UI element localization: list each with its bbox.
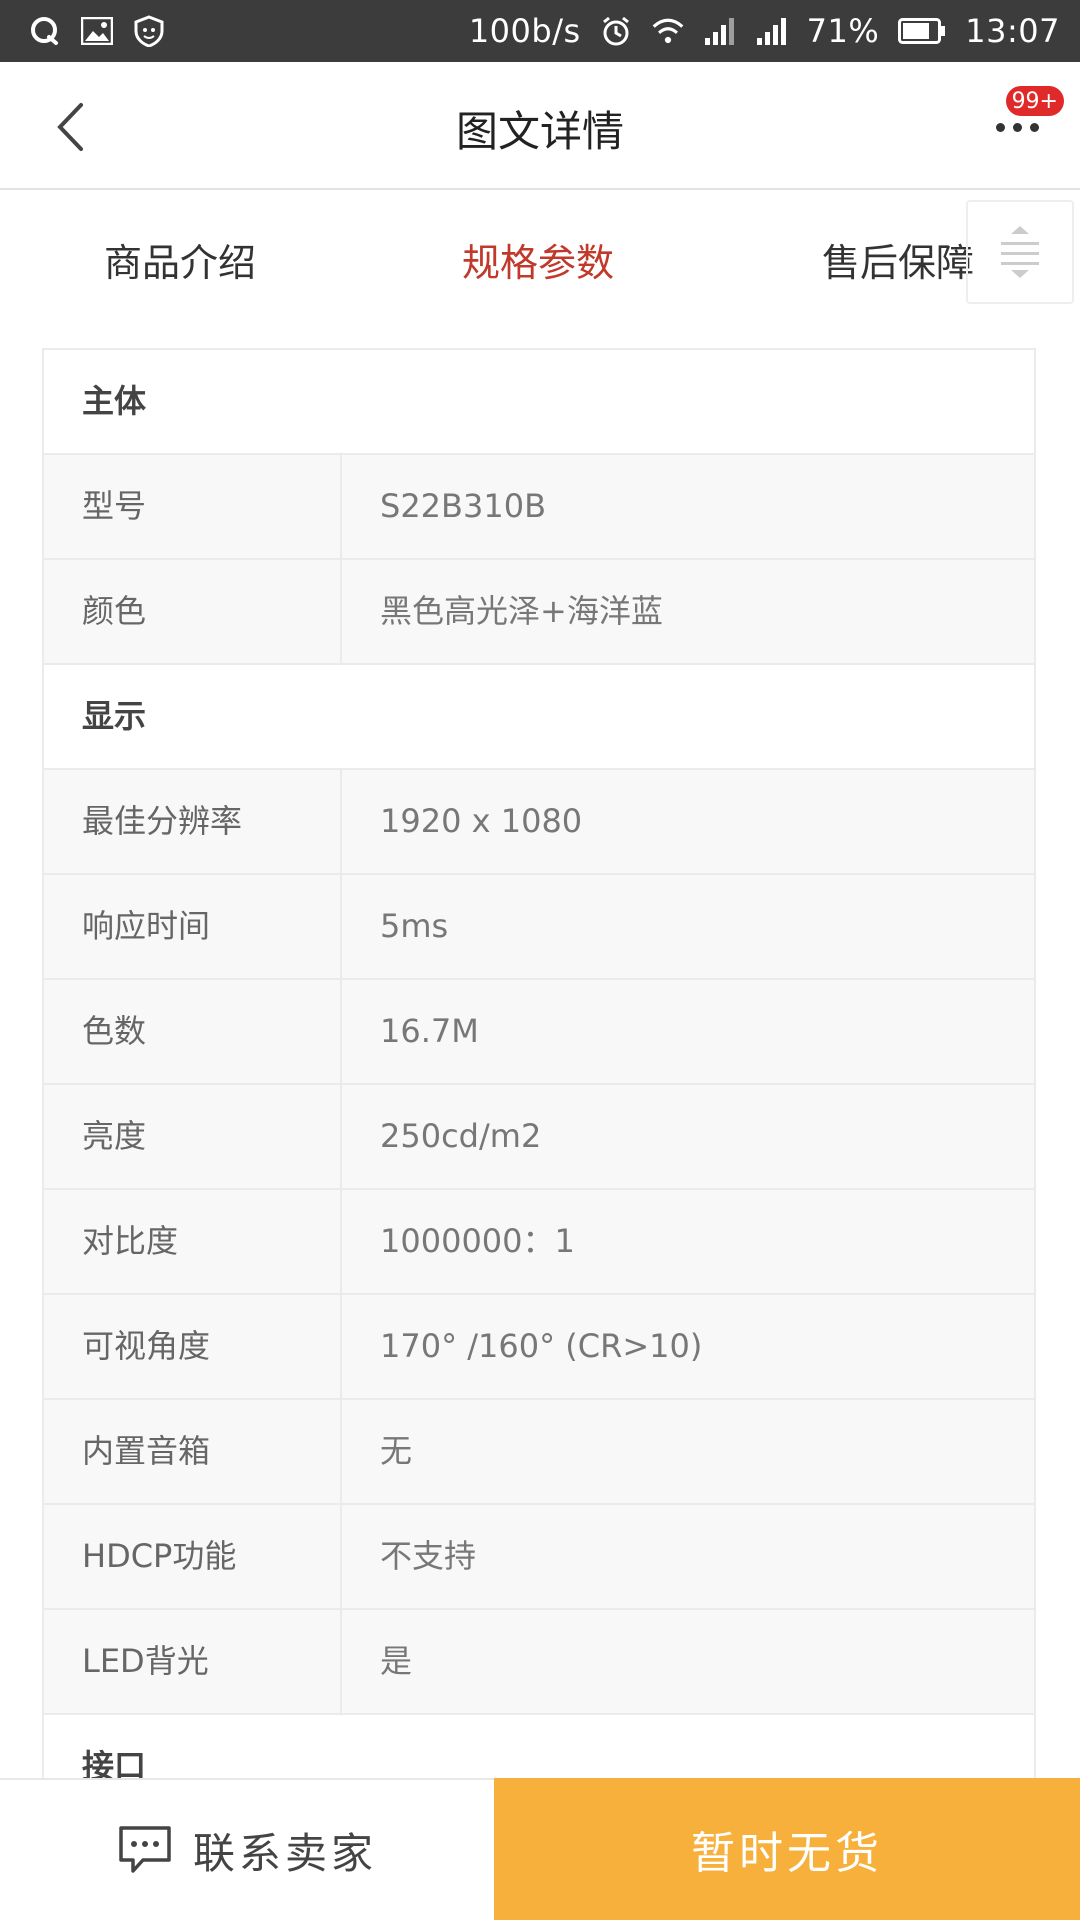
- spec-value: 黑色高光泽+海洋蓝: [380, 592, 663, 630]
- scroll-top-icon: [1001, 226, 1039, 278]
- tab-after-sales[interactable]: 售后保障: [822, 232, 974, 287]
- image-icon: [80, 14, 114, 48]
- tab-bar: 商品介绍 规格参数 售后保障: [0, 190, 1080, 318]
- spec-row: 内置音箱 无: [44, 1400, 1034, 1505]
- contact-seller-label: 联系卖家: [192, 1828, 377, 1878]
- scroll-top-button[interactable]: [966, 200, 1074, 304]
- contact-seller-button[interactable]: 联系卖家: [0, 1778, 494, 1920]
- spec-key: 型号: [44, 455, 342, 558]
- spec-table: 主体 型号 S22B310B 颜色 黑色高光泽+海洋蓝 显示 最佳分辨率 192…: [42, 348, 1036, 1778]
- spec-value: 1920 x 1080: [380, 802, 583, 840]
- spec-key: 颜色: [44, 560, 342, 663]
- net-speed: 100b/s: [468, 12, 581, 50]
- spec-row: HDCP功能 不支持: [44, 1505, 1034, 1610]
- tab-specs[interactable]: 规格参数: [462, 232, 614, 287]
- spec-key: 最佳分辨率: [44, 770, 342, 873]
- page-header: 图文详情 99+: [0, 62, 1080, 190]
- group-title: 接口: [82, 1747, 147, 1778]
- spec-key: HDCP功能: [44, 1505, 342, 1608]
- spec-value: 170° /160° (CR>10): [380, 1327, 703, 1365]
- spec-value: 1000000：1: [380, 1222, 575, 1260]
- page-title: 图文详情: [455, 107, 624, 156]
- content-area[interactable]: 主体 型号 S22B310B 颜色 黑色高光泽+海洋蓝 显示 最佳分辨率 192…: [0, 318, 1080, 1778]
- spec-value: 5ms: [380, 907, 449, 945]
- chat-icon: [119, 1826, 171, 1873]
- alarm-icon: [599, 14, 633, 48]
- tab-product-intro[interactable]: 商品介绍: [104, 232, 256, 287]
- battery-percent: 71%: [806, 12, 880, 50]
- spec-key: 内置音箱: [44, 1400, 342, 1503]
- spec-key: 色数: [44, 980, 342, 1083]
- group-title: 显示: [82, 697, 147, 735]
- spec-key: 对比度: [44, 1190, 342, 1293]
- spec-row: 对比度 1000000：1: [44, 1190, 1034, 1295]
- spec-value: 不支持: [380, 1537, 477, 1575]
- spec-row: 型号 S22B310B: [44, 455, 1034, 560]
- more-icon: [995, 122, 1039, 132]
- spec-row: 亮度 250cd/m2: [44, 1085, 1034, 1190]
- spec-row: LED背光 是: [44, 1610, 1034, 1715]
- spec-row: 响应时间 5ms: [44, 875, 1034, 980]
- status-right-icons: 100b/s 71% 13:07: [469, 12, 1060, 50]
- spec-group-header: 显示: [44, 665, 1034, 770]
- spec-row: 颜色 黑色高光泽+海洋蓝: [44, 560, 1034, 665]
- status-left-icons: [28, 14, 166, 48]
- spec-row: 色数 16.7M: [44, 980, 1034, 1085]
- notification-badge: 99+: [1005, 86, 1064, 116]
- spec-value: S22B310B: [380, 487, 547, 525]
- shield-icon: [132, 14, 166, 48]
- qq-icon: [28, 14, 62, 48]
- battery-icon: [897, 14, 947, 48]
- spec-value: 16.7M: [380, 1012, 479, 1050]
- spec-key: 可视角度: [44, 1295, 342, 1398]
- clock: 13:07: [965, 12, 1060, 50]
- group-title: 主体: [82, 382, 147, 420]
- signal-icon-1: [703, 14, 737, 48]
- spec-row: 可视角度 170° /160° (CR>10): [44, 1295, 1034, 1400]
- wifi-icon: [651, 14, 685, 48]
- spec-value: 250cd/m2: [380, 1117, 542, 1155]
- spec-row: 最佳分辨率 1920 x 1080: [44, 770, 1034, 875]
- spec-value: 无: [380, 1432, 413, 1470]
- status-bar: 100b/s 71% 13:07: [0, 0, 1080, 62]
- spec-value: 是: [380, 1642, 413, 1680]
- spec-group-header: 接口: [44, 1715, 1034, 1778]
- out-of-stock-label: 暂时无货: [691, 1828, 883, 1879]
- spec-key: 响应时间: [44, 875, 342, 978]
- spec-group-header: 主体: [44, 350, 1034, 455]
- spec-key: LED背光: [44, 1610, 342, 1713]
- bottom-action-bar: 联系卖家 暂时无货: [0, 1778, 1080, 1920]
- spec-key: 亮度: [44, 1085, 342, 1188]
- out-of-stock-button[interactable]: 暂时无货: [494, 1778, 1080, 1920]
- signal-icon-2: [755, 14, 789, 48]
